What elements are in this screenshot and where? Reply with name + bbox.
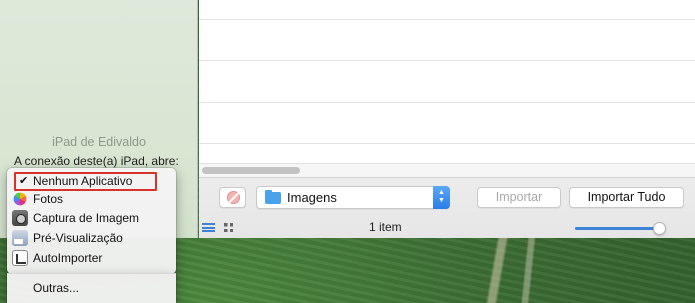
- menu-item-label: Pré-Visualização: [33, 231, 123, 245]
- grid-view-icon[interactable]: [224, 223, 233, 232]
- thumbnail-size-slider[interactable]: [575, 222, 666, 235]
- import-all-button[interactable]: Importar Tudo: [569, 187, 684, 208]
- menu-item-autoimporter[interactable]: AutoImporter: [7, 248, 176, 268]
- device-name: iPad de Edivaldo: [52, 135, 146, 149]
- list-row-divider: [199, 19, 695, 20]
- image-list-area[interactable]: [199, 0, 695, 163]
- horizontal-scrollbar[interactable]: [199, 163, 695, 177]
- bottom-toolbar: Imagens ▲ ▼ Importar Importar Tudo 1 item: [199, 177, 695, 238]
- image-capture-icon: [12, 210, 28, 226]
- list-view-icon[interactable]: [202, 223, 215, 232]
- import-button[interactable]: Importar: [477, 187, 561, 208]
- import-destination-select[interactable]: Imagens ▲ ▼: [256, 186, 450, 209]
- menu-item-outras[interactable]: Outras...: [7, 278, 176, 298]
- select-arrows-icon: ▲ ▼: [433, 186, 450, 209]
- autoimporter-icon: [12, 250, 28, 266]
- item-count: 1 item: [369, 220, 402, 234]
- menu-separator: [7, 273, 176, 274]
- list-row-divider: [199, 143, 695, 144]
- delete-icon: [227, 191, 240, 204]
- menu-item-label: AutoImporter: [33, 251, 103, 265]
- checkmark-icon: ✔: [19, 175, 29, 187]
- connection-label: A conexão deste(a) iPad, abre:: [14, 154, 179, 168]
- scrollbar-thumb[interactable]: [202, 167, 300, 174]
- menu-item-label: Captura de Imagem: [33, 211, 140, 225]
- slider-fill: [575, 227, 659, 230]
- menu-item-label: Nenhum Aplicativo: [33, 174, 133, 188]
- preview-icon: [12, 230, 28, 246]
- photos-icon: [13, 192, 27, 206]
- menu-item-label: Fotos: [33, 192, 64, 206]
- slider-thumb[interactable]: [652, 222, 666, 235]
- folder-icon: [265, 190, 281, 204]
- open-with-menu: ✔ Nenhum Aplicativo Fotos Captura de Ima…: [7, 168, 176, 274]
- menu-item-captura-de-imagem[interactable]: Captura de Imagem: [7, 208, 176, 228]
- list-row-divider: [199, 102, 695, 103]
- menu-item-label: Outras...: [33, 281, 80, 295]
- list-row-divider: [199, 60, 695, 61]
- delete-button[interactable]: [219, 187, 246, 208]
- import-destination-label: Imagens: [287, 190, 337, 205]
- menu-item-fotos[interactable]: Fotos: [7, 189, 176, 209]
- menu-item-pre-visualizacao[interactable]: Pré-Visualização: [7, 228, 176, 248]
- open-with-menu-footer: Outras...: [7, 273, 176, 303]
